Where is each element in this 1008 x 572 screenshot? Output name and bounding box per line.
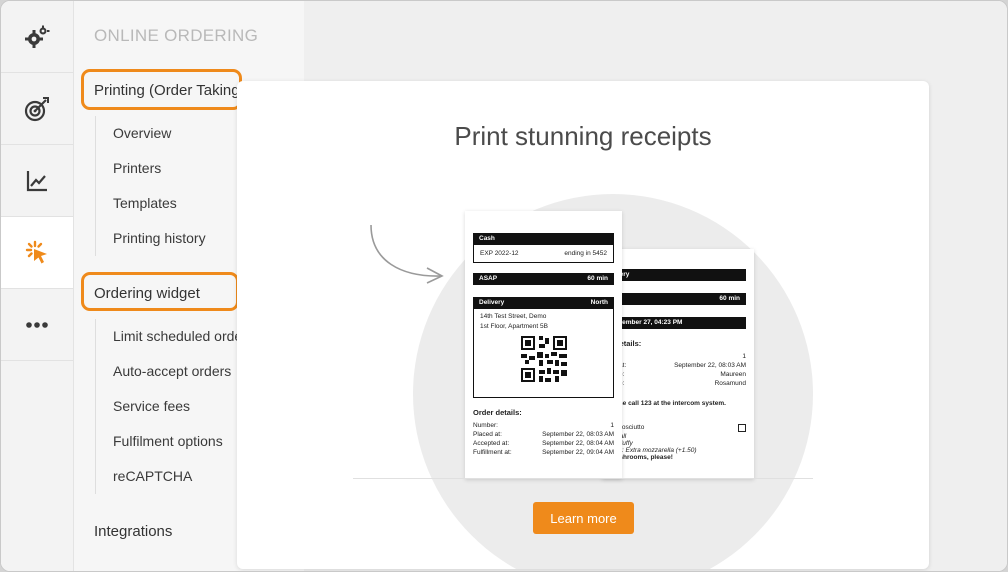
rail-item-online-ordering[interactable] xyxy=(1,217,73,289)
nav-group-printing[interactable]: Printing (Order Taking xyxy=(94,82,240,99)
receipt-back-row: r:1 xyxy=(610,353,746,360)
nav-section-title: ONLINE ORDERING xyxy=(94,26,259,45)
receipt-front: Cash EXP 2022-12 ending in 5452 ASAP 60 mi… xyxy=(465,211,622,479)
receipt-front-row: Accepted at: September 22, 08:04 AM xyxy=(473,440,614,447)
rail-item-more[interactable] xyxy=(1,289,73,361)
curved-arrow-icon xyxy=(370,224,444,284)
receipt-back-mod: ings: Extra mozzarella (+1.50) xyxy=(610,447,697,454)
receipt-back-details-heading: r details: xyxy=(610,339,642,348)
nav-item-auto-accept-orders[interactable]: Auto-accept orders xyxy=(96,354,238,389)
nav-group-integrations[interactable]: Integrations xyxy=(94,523,172,540)
qr-code-icon xyxy=(520,336,567,382)
icon-rail xyxy=(1,1,74,571)
receipt-front-bar-delivery: Delivery North xyxy=(473,297,614,309)
receipt-back-bar-asap: P60 min xyxy=(610,293,746,305)
nav-item-service-fees[interactable]: Service fees xyxy=(96,389,238,424)
receipt-back-mod: s: Fluffy xyxy=(610,440,633,447)
nav-item-printers[interactable]: Printers xyxy=(96,151,206,186)
nav-item-templates[interactable]: Templates xyxy=(96,186,206,221)
learn-more-button[interactable]: Learn more xyxy=(533,502,634,534)
receipt-back-mod: Small xyxy=(610,433,746,440)
nav-item-limit-scheduled-orders[interactable]: Limit scheduled orde xyxy=(96,319,238,354)
receipt-front-bar-payment: Cash xyxy=(473,233,614,245)
rail-item-settings[interactable] xyxy=(1,1,73,73)
receipt-back-bar-date: ptember 27, 04:23 PM xyxy=(610,317,746,329)
more-dots-icon xyxy=(26,321,48,328)
rail-item-marketing[interactable] xyxy=(1,73,73,145)
receipt-front-row: Placed at: September 22, 08:03 AM xyxy=(473,431,614,438)
app-window: ONLINE ORDERING Printing (Order Taking O… xyxy=(0,0,1008,572)
promo-card: Print stunning receipts very P60 min pte… xyxy=(237,81,929,569)
printing-sub-list: Overview Printers Templates Printing his… xyxy=(95,116,206,256)
receipt-front-row: Fulfillment at: September 22, 09:04 AM xyxy=(473,449,614,456)
receipt-front-details-heading: Order details: xyxy=(473,408,522,417)
illustration-baseline xyxy=(353,478,813,479)
receipt-front-row: Number: 1 xyxy=(473,422,614,429)
nav-item-printing-history[interactable]: Printing history xyxy=(96,221,206,256)
receipt-front-card-box: EXP 2022-12 ending in 5452 xyxy=(473,245,614,263)
card-title: Print stunning receipts xyxy=(454,121,712,151)
receipt-back-item: a Prosciutto xyxy=(610,423,746,433)
receipt-back-row: ame:Rosamund xyxy=(610,380,746,387)
receipt-front-bar-asap: ASAP 60 min xyxy=(473,273,614,285)
gears-icon xyxy=(25,25,50,48)
nav-item-recaptcha[interactable]: reCAPTCHA xyxy=(96,459,238,494)
nav-group-ordering-widget[interactable]: Ordering widget xyxy=(94,285,200,302)
receipt-front-address-box: 14th Test Street, Demo 1st Floor, Apartm… xyxy=(473,309,614,398)
chart-line-icon xyxy=(26,170,47,191)
ordering-widget-sub-list: Limit scheduled orde Auto-accept orders … xyxy=(95,319,238,494)
receipt-back: very P60 min ptember 27, 04:23 PM r deta… xyxy=(602,249,754,479)
receipt-back-row: ed at:September 22, 08:03 AM xyxy=(610,362,746,369)
checkbox-icon xyxy=(738,424,746,432)
nav-item-overview[interactable]: Overview xyxy=(96,116,206,151)
nav-item-fulfilment-options[interactable]: Fulfilment options xyxy=(96,424,238,459)
receipt-back-row: ame:Maureen xyxy=(610,371,746,378)
receipt-back-note: lease call 123 at the intercom system. xyxy=(610,400,726,407)
target-icon xyxy=(24,96,49,121)
cursor-click-icon xyxy=(25,240,47,263)
receipt-back-mod: mashrooms, please! xyxy=(610,454,673,461)
rail-item-reports[interactable] xyxy=(1,145,73,217)
receipt-back-bar-delivery: very xyxy=(610,269,746,281)
